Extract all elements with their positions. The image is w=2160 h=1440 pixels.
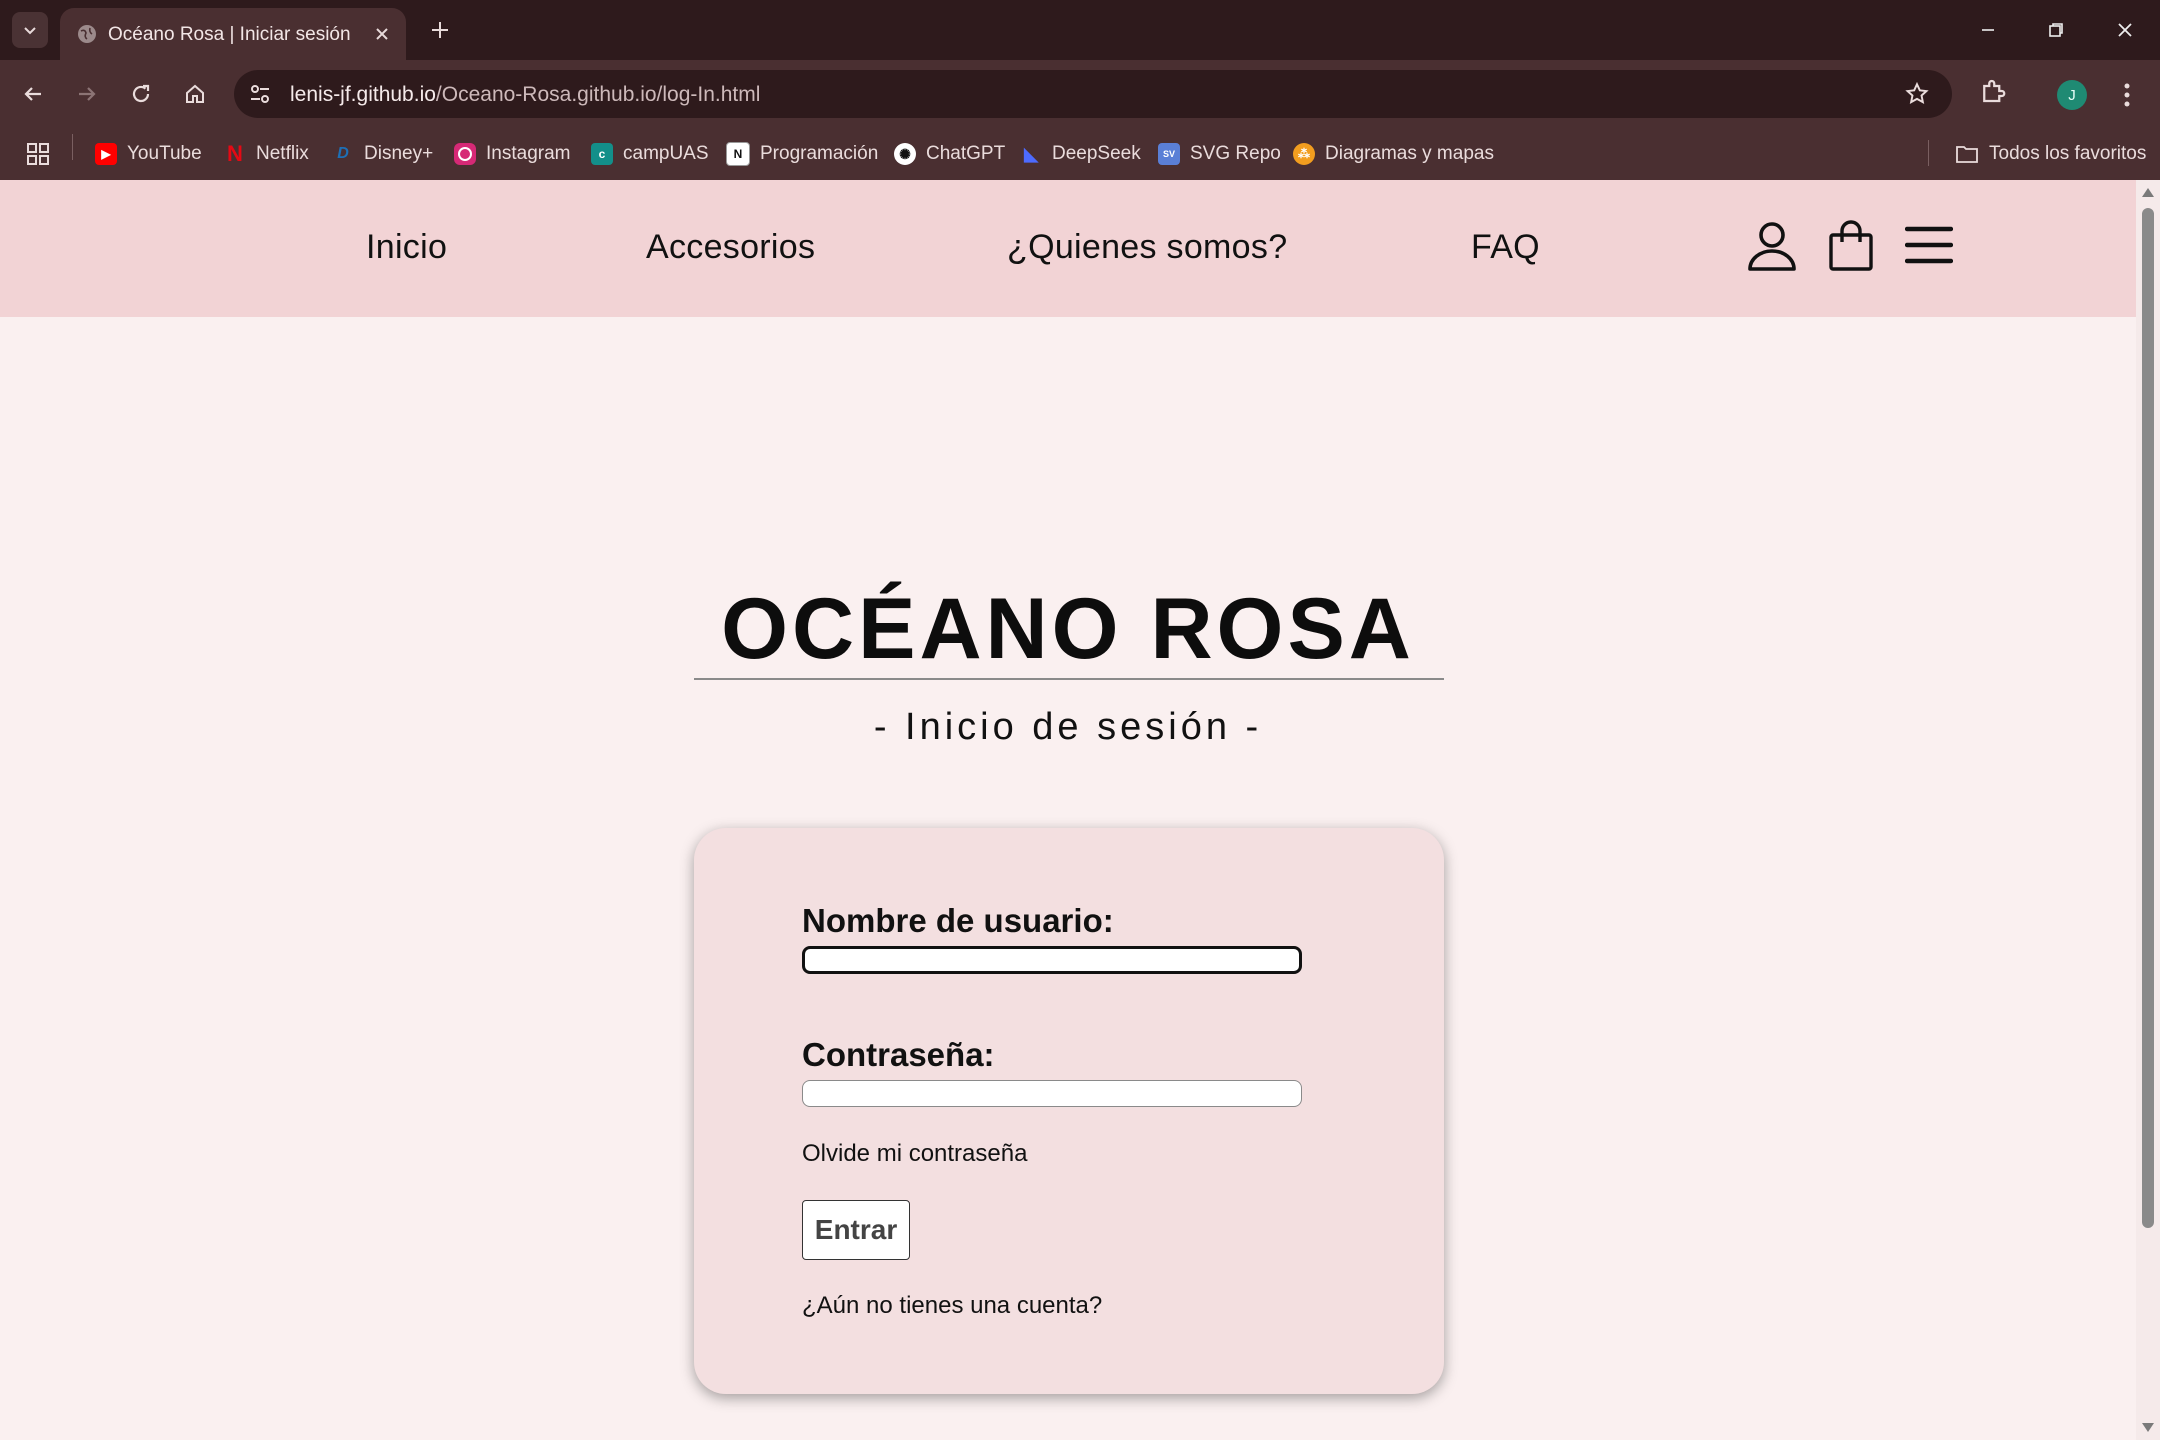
- more-vert-icon: [2124, 83, 2130, 107]
- nav-link-quienes-somos[interactable]: ¿Quienes somos?: [1007, 228, 1287, 267]
- nav-link-faq[interactable]: FAQ: [1471, 228, 1540, 267]
- bookmark-label: ChatGPT: [926, 143, 1006, 164]
- bookmark-label: Diagramas y mapas: [1325, 143, 1494, 164]
- disney-icon: D: [337, 145, 349, 162]
- home-icon: [186, 84, 204, 103]
- folder-icon: [1956, 146, 1978, 163]
- url-text: lenis-jf.github.io/Oceano-Rosa.github.io…: [290, 83, 760, 107]
- username-input[interactable]: [802, 946, 1302, 974]
- chatgpt-icon: ✺: [894, 143, 916, 165]
- active-tab[interactable]: Océano Rosa | Iniciar sesión: [60, 8, 406, 60]
- browser-toolbar: lenis-jf.github.io/Oceano-Rosa.github.io…: [0, 60, 2160, 128]
- password-input[interactable]: [802, 1080, 1302, 1107]
- address-bar[interactable]: lenis-jf.github.io/Oceano-Rosa.github.io…: [234, 70, 1952, 118]
- bookmarks-bar: ▶ YouTube N Netflix D Disney+ Instagram c ca…: [0, 128, 2160, 180]
- bookmark-netflix[interactable]: N Netflix: [224, 140, 309, 168]
- arrow-left-icon: [24, 87, 41, 101]
- restore-button[interactable]: [2034, 12, 2078, 48]
- forward-button[interactable]: [70, 77, 104, 111]
- bookmark-label: YouTube: [127, 143, 202, 164]
- profile-avatar[interactable]: J: [2057, 80, 2087, 110]
- close-icon: [2118, 23, 2132, 37]
- bookmark-separator: [1928, 140, 1929, 166]
- site-settings-icon[interactable]: [248, 82, 272, 111]
- login-submit-button[interactable]: Entrar: [802, 1200, 910, 1260]
- close-tab-icon[interactable]: [370, 22, 394, 46]
- chevron-down-icon: [24, 27, 36, 35]
- diagrams-icon: ⁂: [1293, 143, 1315, 165]
- scroll-up-arrow-icon[interactable]: [2142, 188, 2154, 197]
- bookmark-svgrepo[interactable]: SV SVG Repo: [1158, 140, 1281, 168]
- globe-icon: [76, 23, 98, 50]
- reload-button[interactable]: [124, 77, 158, 111]
- bookmark-youtube[interactable]: ▶ YouTube: [95, 140, 202, 168]
- svgrepo-icon: SV: [1158, 143, 1180, 165]
- reload-icon: [132, 84, 150, 103]
- title-divider: [694, 678, 1444, 680]
- bookmark-separator: [72, 134, 73, 160]
- bookmark-chatgpt[interactable]: ✺ ChatGPT: [894, 140, 1005, 168]
- netflix-icon: N: [227, 141, 243, 166]
- scrollbar-thumb[interactable]: [2142, 208, 2154, 1228]
- bookmark-label: campUAS: [623, 143, 709, 164]
- scroll-down-arrow-icon[interactable]: [2142, 1423, 2154, 1432]
- shopping-bag-icon[interactable]: [1828, 220, 1874, 277]
- bookmark-disney[interactable]: D Disney+: [332, 140, 433, 168]
- bookmark-label: Disney+: [364, 143, 434, 164]
- bookmark-label: Instagram: [486, 143, 571, 164]
- minimize-icon: [1982, 29, 1994, 31]
- bookmark-programacion[interactable]: N Programación: [726, 140, 878, 168]
- hamburger-menu-icon[interactable]: [1904, 226, 1954, 269]
- page-scrollbar[interactable]: [2136, 180, 2160, 1440]
- login-form-card: Nombre de usuario: Contraseña: Olvide mi…: [694, 828, 1444, 1394]
- extensions-icon[interactable]: [1978, 76, 2008, 111]
- bookmark-label: Programación: [760, 143, 879, 164]
- page-viewport: Inicio Accesorios ¿Quienes somos? FAQ OC…: [0, 180, 2160, 1440]
- site-navbar: Inicio Accesorios ¿Quienes somos? FAQ: [0, 180, 2136, 317]
- nav-link-accesorios[interactable]: Accesorios: [646, 228, 815, 267]
- bookmark-label: DeepSeek: [1052, 143, 1141, 164]
- bookmark-label: SVG Repo: [1190, 143, 1281, 164]
- tab-strip: Océano Rosa | Iniciar sesión: [0, 0, 2160, 60]
- campuas-icon: c: [591, 143, 613, 165]
- all-bookmarks-label: Todos los favoritos: [1989, 143, 2147, 164]
- all-bookmarks-button[interactable]: Todos los favoritos: [1955, 140, 2146, 168]
- url-path: /Oceano-Rosa.github.io/log-In.html: [435, 83, 761, 106]
- back-button[interactable]: [16, 77, 50, 111]
- apps-grid-icon: [27, 143, 49, 165]
- user-account-icon[interactable]: [1746, 220, 1798, 277]
- tab-title: Océano Rosa | Iniciar sesión: [108, 24, 351, 45]
- register-link[interactable]: ¿Aún no tienes una cuenta?: [802, 1292, 1102, 1320]
- nav-link-inicio[interactable]: Inicio: [366, 228, 447, 267]
- tab-search-button[interactable]: [12, 12, 48, 48]
- bookmark-label: Netflix: [256, 143, 309, 164]
- bookmark-deepseek[interactable]: ◣ DeepSeek: [1020, 140, 1141, 168]
- bookmark-instagram[interactable]: Instagram: [454, 140, 570, 168]
- instagram-icon: [454, 143, 476, 165]
- youtube-icon: ▶: [95, 143, 117, 165]
- plus-icon: [432, 22, 448, 38]
- new-tab-button[interactable]: [425, 15, 455, 45]
- notion-icon: N: [726, 142, 750, 166]
- brand-title: OCÉANO ROSA: [721, 581, 1415, 677]
- password-label: Contraseña:: [802, 1036, 995, 1073]
- restore-icon: [2049, 23, 2063, 37]
- browser-menu-button[interactable]: [2112, 78, 2142, 112]
- bookmark-diagramas[interactable]: ⁂ Diagramas y mapas: [1293, 140, 1494, 168]
- forgot-password-link[interactable]: Olvide mi contraseña: [802, 1140, 1027, 1168]
- minimize-button[interactable]: [1966, 12, 2010, 48]
- bookmark-campuas[interactable]: c campUAS: [591, 140, 709, 168]
- bookmark-star-icon[interactable]: [1904, 81, 1930, 112]
- home-button[interactable]: [178, 77, 212, 111]
- arrow-right-icon: [79, 87, 96, 101]
- page-subtitle: - Inicio de sesión -: [873, 706, 1263, 748]
- apps-button[interactable]: [26, 140, 50, 168]
- deepseek-icon: ◣: [1024, 143, 1038, 164]
- username-label: Nombre de usuario:: [802, 902, 1114, 939]
- close-window-button[interactable]: [2103, 12, 2147, 48]
- url-host: lenis-jf.github.io: [290, 83, 436, 106]
